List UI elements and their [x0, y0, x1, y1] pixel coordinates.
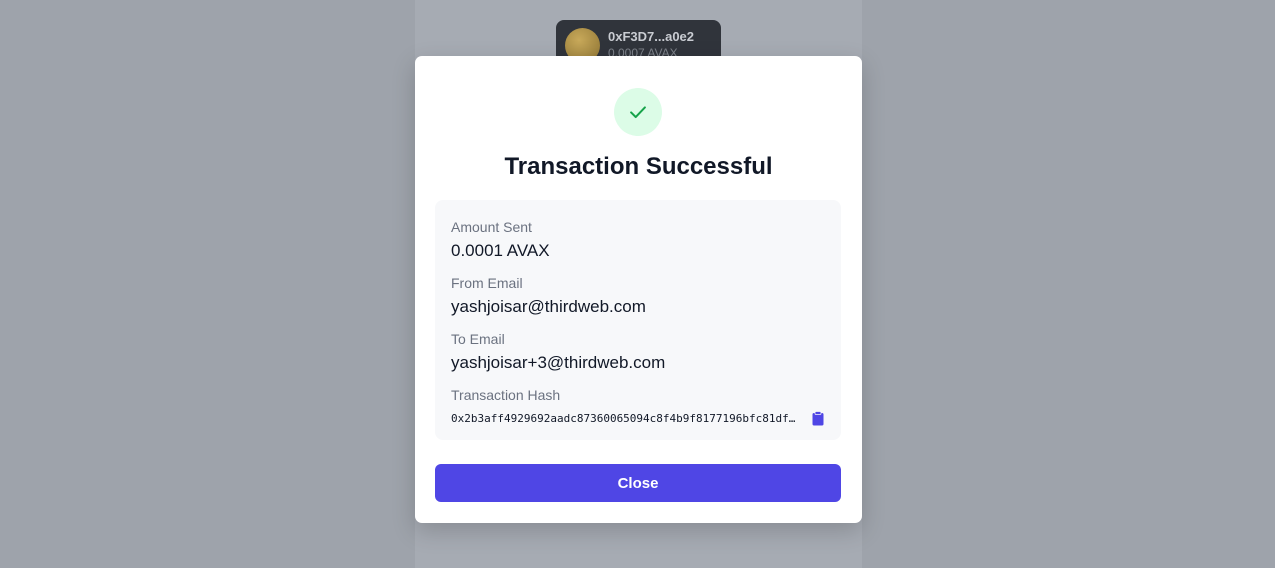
from-email-label: From Email [451, 275, 523, 291]
amount-sent-row: Amount Sent 0.0001 AVAX [451, 218, 550, 262]
success-badge [614, 88, 662, 136]
close-button[interactable]: Close [435, 464, 841, 502]
to-email-label: To Email [451, 331, 505, 347]
wallet-address: 0xF3D7...a0e2 [608, 29, 695, 44]
from-email-row: From Email yashjoisar@thirdweb.com [451, 274, 646, 318]
to-email-value: yashjoisar+3@thirdweb.com [451, 353, 666, 372]
amount-sent-value: 0.0001 AVAX [451, 241, 550, 260]
transaction-hash-row: Transaction Hash 0x2b3aff4929692aadc8736… [451, 386, 825, 426]
transaction-hash-value: 0x2b3aff4929692aadc87360065094c8f4b9f817… [451, 411, 802, 425]
copy-hash-button[interactable] [811, 410, 825, 426]
transaction-hash-line: 0x2b3aff4929692aadc87360065094c8f4b9f817… [451, 410, 825, 426]
transaction-success-modal: Transaction Successful Amount Sent 0.000… [415, 56, 862, 523]
check-icon [630, 106, 646, 119]
from-email-value: yashjoisar@thirdweb.com [451, 297, 646, 316]
modal-title: Transaction Successful [504, 153, 773, 180]
to-email-row: To Email yashjoisar+3@thirdweb.com [451, 330, 665, 374]
clipboard-icon [812, 410, 824, 425]
transaction-hash-label: Transaction Hash [451, 387, 561, 403]
transaction-details: Amount Sent 0.0001 AVAX From Email yashj… [435, 200, 841, 440]
amount-sent-label: Amount Sent [451, 219, 532, 235]
